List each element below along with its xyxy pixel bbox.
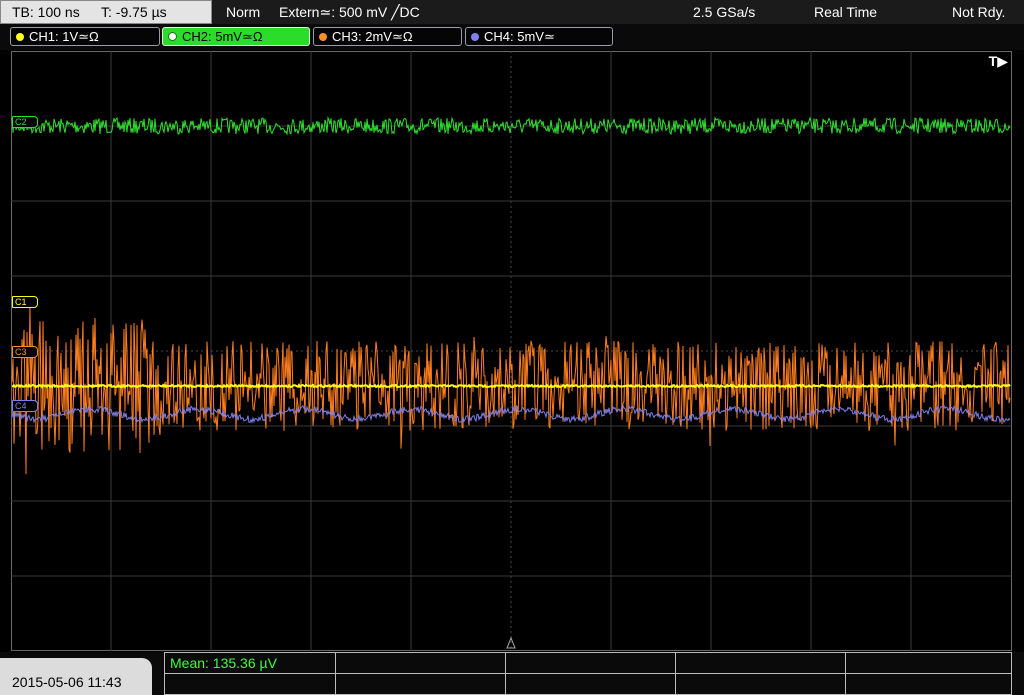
datetime-label: 2015-05-06 11:43 [12, 674, 122, 690]
ch1-dot-icon [16, 33, 24, 41]
tab-ch4[interactable]: CH4: 5mV≃ [465, 27, 613, 46]
measurement-panel[interactable] [164, 652, 1012, 695]
tab-ch4-label: CH4: 5mV≃ [484, 29, 555, 44]
trigger-arrow-icon: T▶ [988, 53, 1008, 69]
ch2-dot-icon [168, 32, 177, 41]
status-label: Not Rdy. [952, 4, 1006, 20]
ch4-dot-icon [471, 33, 479, 41]
ch3-level-marker[interactable]: C3 [12, 346, 38, 358]
trigger-source-label[interactable]: Extern≃: 500 mV ╱DC [279, 4, 420, 21]
ch2-level-marker[interactable]: C2 [12, 116, 38, 128]
ch1-waveform [11, 382, 1011, 389]
graticule [11, 51, 1011, 651]
mean-measurement: Mean: 135.36 µV [170, 655, 277, 671]
waveform-canvas [11, 51, 1011, 651]
tab-ch1-label: CH1: 1V≃Ω [29, 29, 99, 44]
tab-ch1[interactable]: CH1: 1V≃Ω [10, 27, 160, 46]
acquisition-mode-label: Real Time [814, 4, 878, 20]
tab-ch3-label: CH3: 2mV≃Ω [332, 29, 413, 44]
ch3-dot-icon [319, 33, 327, 41]
tab-ch2[interactable]: CH2: 5mV≃Ω [162, 27, 310, 46]
trigger-time-label: T: -9.75 µs [101, 4, 167, 20]
timebase-box[interactable]: TB: 100 ns T: -9.75 µs [0, 0, 212, 24]
datetime-box: 2015-05-06 11:43 [0, 658, 152, 695]
tab-ch2-label: CH2: 5mV≃Ω [182, 29, 263, 44]
waveform-display[interactable] [11, 51, 1012, 651]
ch4-level-marker[interactable]: C4 [12, 400, 38, 412]
sample-rate-label: 2.5 GSa/s [693, 4, 756, 20]
timebase-label: TB: 100 ns [12, 4, 80, 20]
ch1-level-marker[interactable]: C1 [12, 296, 38, 308]
tab-ch3[interactable]: CH3: 2mV≃Ω [313, 27, 462, 46]
measurement-divider [165, 673, 1011, 674]
trigger-mode-label[interactable]: Norm [226, 4, 260, 20]
